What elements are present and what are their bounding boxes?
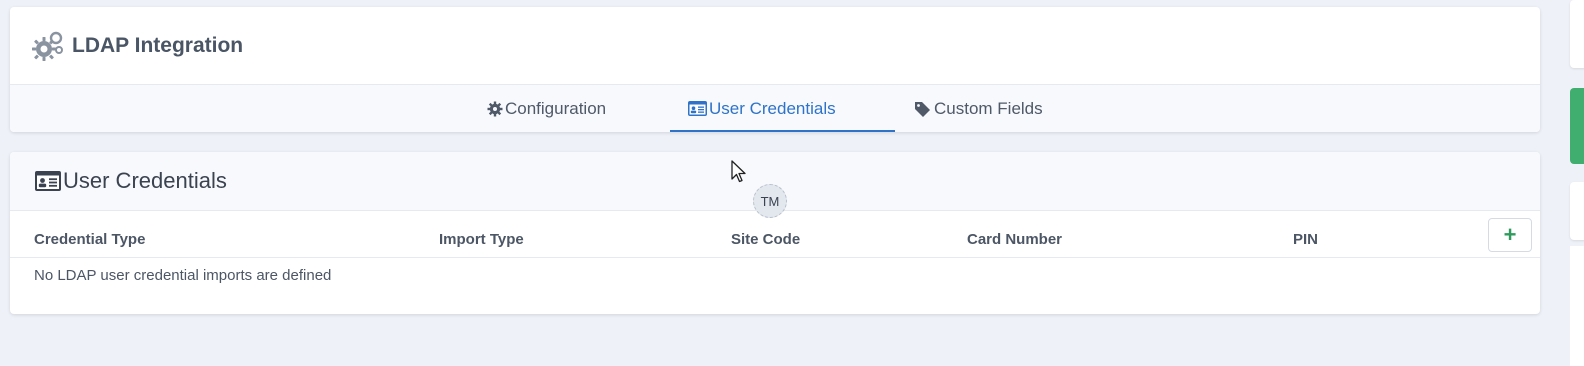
empty-table-message: No LDAP user credential imports are defi… [34,267,332,284]
gears-icon [32,31,64,61]
tab-configuration-label: Configuration [505,98,607,118]
active-tab-indicator [670,130,895,132]
mouse-cursor-icon [731,160,747,189]
table-header: Credential Type Import Type Site Code Ca… [10,211,1540,258]
side-panel-card [1570,0,1584,68]
side-panel-card [1570,182,1584,240]
column-credential-type[interactable]: Credential Type [34,231,145,248]
page-header: LDAP Integration [10,7,1540,85]
column-import-type[interactable]: Import Type [439,231,524,248]
tab-custom-fields-label: Custom Fields [934,98,1043,118]
ldap-integration-card: LDAP Integration Configuration User Cred… [10,7,1540,132]
column-pin[interactable]: PIN [1293,231,1318,248]
side-panel-card [1570,246,1584,366]
user-credentials-card: User Credentials Credential Type Import … [10,152,1540,314]
side-panel-status-bar [1570,88,1584,164]
page-title: LDAP Integration [72,33,244,57]
add-credential-button[interactable]: + [1488,218,1532,252]
column-site-code[interactable]: Site Code [731,231,800,248]
tab-custom-fields[interactable]: Custom Fields [914,85,1043,132]
tag-icon [914,101,932,117]
tab-user-credentials-label: User Credentials [709,98,836,118]
tab-bar: Configuration User Credentials Custom Fi… [10,85,1540,132]
avatar-initials: TM [760,193,780,209]
gear-icon [487,101,503,117]
tab-user-credentials[interactable]: User Credentials [688,85,836,132]
id-card-icon [35,171,61,191]
avatar[interactable]: TM [753,184,787,218]
column-card-number[interactable]: Card Number [967,231,1062,248]
section-title: User Credentials [63,168,227,193]
id-card-icon [688,101,707,116]
tab-configuration[interactable]: Configuration [487,85,606,132]
